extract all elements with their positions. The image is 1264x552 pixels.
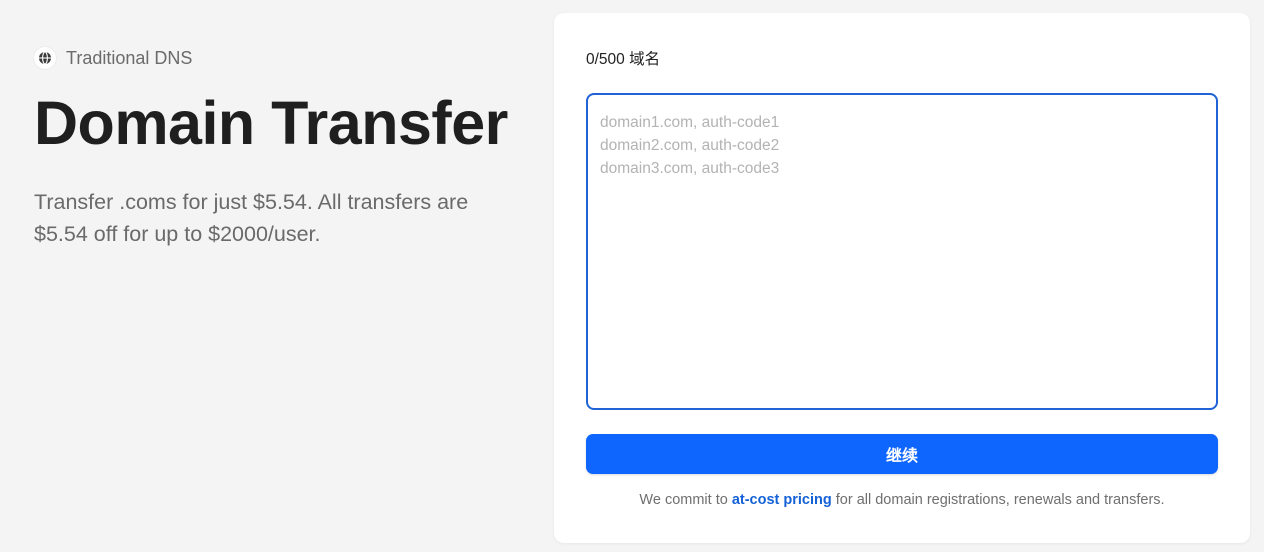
page-title: Domain Transfer bbox=[34, 89, 508, 157]
at-cost-pricing-link[interactable]: at-cost pricing bbox=[732, 492, 832, 508]
intro-section: Traditional DNS Domain Transfer Transfer… bbox=[34, 46, 534, 250]
eyebrow-label: Traditional DNS bbox=[66, 47, 193, 68]
commit-note: We commit to at-cost pricing for all dom… bbox=[586, 492, 1218, 508]
transfer-form-card: 0/500 域名 继续 We commit to at-cost pricing… bbox=[554, 13, 1250, 543]
continue-button[interactable]: 继续 bbox=[586, 434, 1218, 474]
domain-list-input[interactable] bbox=[586, 93, 1218, 410]
eyebrow: Traditional DNS bbox=[34, 46, 534, 70]
commit-note-prefix: We commit to bbox=[639, 492, 732, 508]
commit-note-suffix: for all domain registrations, renewals a… bbox=[831, 492, 1165, 508]
globe-icon bbox=[34, 47, 56, 69]
page-subtitle: Transfer .coms for just $5.54. All trans… bbox=[34, 190, 469, 246]
domain-transfer-page: Traditional DNS Domain Transfer Transfer… bbox=[0, 0, 1264, 552]
domain-counter: 0/500 域名 bbox=[586, 51, 661, 68]
